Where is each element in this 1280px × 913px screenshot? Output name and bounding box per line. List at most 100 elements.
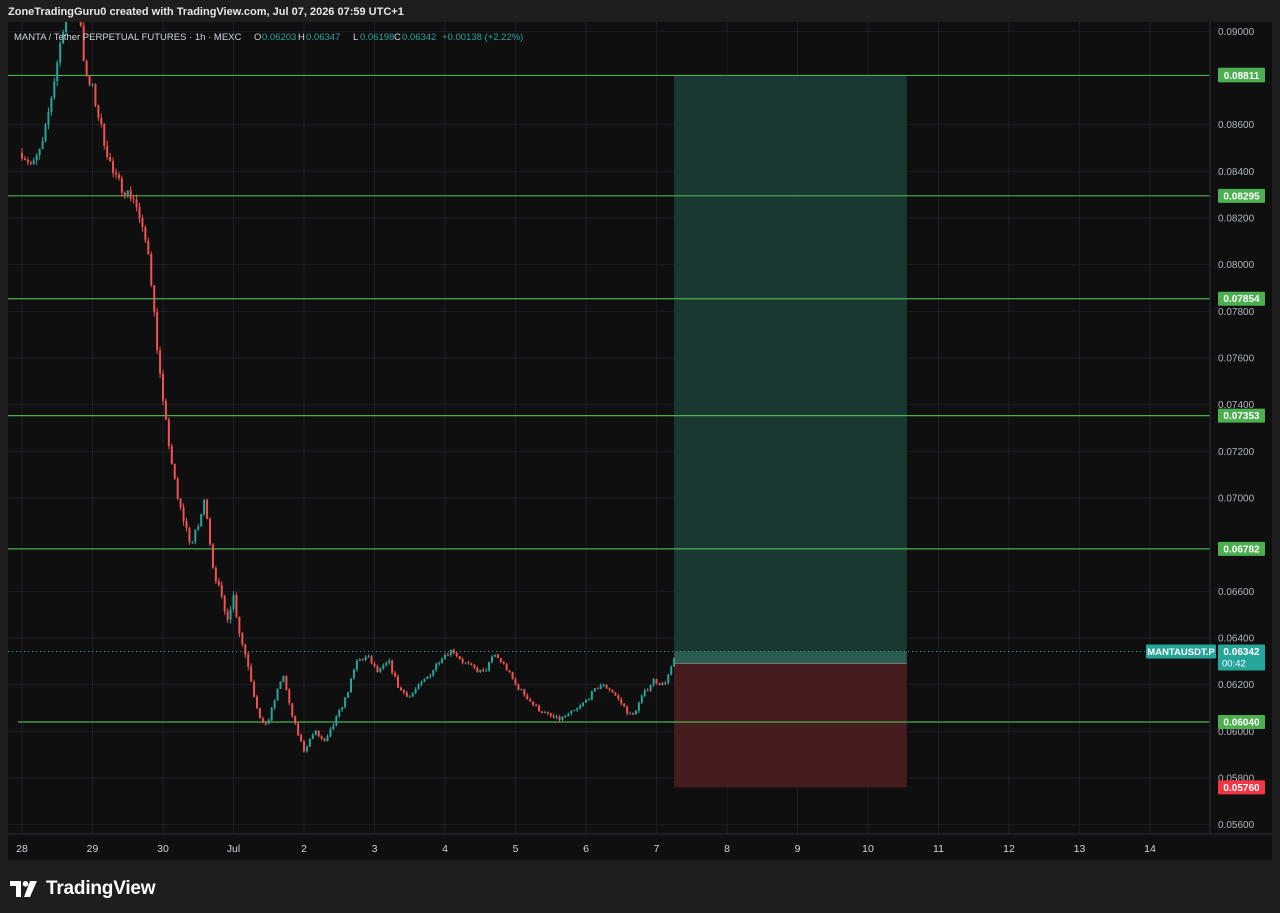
ohlc-low: 0.06198 <box>360 32 394 43</box>
candle-body <box>217 581 220 586</box>
candle-body <box>167 419 170 447</box>
candle-body <box>441 658 444 663</box>
candle-body <box>332 725 335 730</box>
candle-body <box>314 730 317 735</box>
candle-body <box>115 172 117 175</box>
candle-body <box>53 81 56 98</box>
y-tick-label: 0.06600 <box>1218 587 1255 598</box>
y-tick-label: 0.08400 <box>1218 167 1255 178</box>
candle-body <box>94 84 97 106</box>
x-tick-label: 29 <box>87 843 99 855</box>
candle-body <box>197 526 200 530</box>
candle-body <box>29 162 32 164</box>
candle-body <box>203 500 206 515</box>
x-tick-label: 4 <box>442 843 448 855</box>
candle-body <box>394 672 397 677</box>
candle-body <box>385 662 388 666</box>
candle-body <box>411 693 414 697</box>
candle-body <box>170 446 173 465</box>
candle-body <box>576 708 579 710</box>
candle-body <box>91 84 94 86</box>
candle-body <box>241 633 244 645</box>
x-tick-label: 2 <box>301 843 307 855</box>
candle-body <box>358 659 361 661</box>
candle-body <box>250 666 253 682</box>
candle-body <box>153 285 156 312</box>
candle-body <box>543 712 546 714</box>
x-tick-label: 3 <box>372 843 378 855</box>
current-price-tag: 0.06342 <box>1223 647 1260 658</box>
candle-body <box>109 156 112 162</box>
x-tick-label: 14 <box>1144 843 1156 855</box>
x-tick-label: 7 <box>654 843 660 855</box>
candle-body <box>112 161 115 173</box>
candle-body <box>523 689 526 696</box>
chart-area[interactable]: 0.09000 0.08600 0.08400 0.08200 0.08000 0.078… <box>8 0 1272 860</box>
x-tick-label: Jul <box>227 843 240 855</box>
candle-body <box>435 664 438 671</box>
x-tick-label: 13 <box>1074 843 1086 855</box>
candle-body <box>414 689 417 694</box>
horizontal-levels[interactable] <box>8 74 1210 723</box>
y-tick-label: 0.06400 <box>1218 634 1255 645</box>
y-tick-label: 0.06200 <box>1218 680 1255 691</box>
candle-body <box>132 198 135 200</box>
level-price-tag: 0.06782 <box>1223 544 1260 555</box>
candle-body <box>117 174 120 179</box>
ohlc-open: 0.06203 <box>262 32 296 43</box>
candle-body <box>297 723 300 736</box>
candle-body <box>303 741 305 752</box>
candle-body <box>355 660 358 670</box>
candle-body <box>85 60 88 76</box>
symbol-legend[interactable]: MANTA / Tether PERPETUAL FUTURES · 1h · … <box>14 32 523 43</box>
candle-body <box>582 702 585 706</box>
candle-body <box>185 521 188 528</box>
candle-body <box>261 718 264 724</box>
candle-body <box>546 712 549 714</box>
footer: TradingView <box>0 860 1280 913</box>
ohlc-change: +0.00138 (+2.22%) <box>442 32 523 43</box>
candle-body <box>643 690 646 696</box>
candle-body <box>253 681 256 697</box>
candle-body <box>517 684 520 690</box>
candle-body <box>291 703 294 717</box>
candle-body <box>540 711 543 713</box>
candle-body <box>479 669 482 672</box>
candle-body <box>514 678 517 685</box>
candle-body <box>288 689 291 704</box>
candle-body <box>661 682 664 685</box>
candle-body <box>432 670 435 676</box>
candle-body <box>135 199 138 208</box>
candle-body <box>335 716 338 726</box>
candle-body <box>282 675 285 682</box>
candle-body <box>323 738 326 741</box>
candle-body <box>499 658 502 663</box>
y-tick-label: 0.07600 <box>1218 354 1255 365</box>
ohlc-high: 0.06347 <box>306 32 340 43</box>
target-zone[interactable] <box>674 75 907 664</box>
candle-body <box>317 730 320 737</box>
candle-body <box>79 0 82 26</box>
candle-body <box>364 656 367 661</box>
level-price-tag: 0.08811 <box>1224 71 1260 82</box>
price-chart[interactable]: 0.09000 0.08600 0.08400 0.08200 0.08000 0.078… <box>8 0 1272 860</box>
candle-body <box>438 662 441 665</box>
candle-body <box>382 665 385 669</box>
candle-body <box>176 478 179 499</box>
candle-body <box>103 124 106 146</box>
candle-body <box>640 695 643 703</box>
time-axis[interactable]: 28 29 30 Jul 2 3 4 5 6 7 8 9 10 11 12 13 14 <box>16 843 1156 855</box>
price-axis[interactable]: 0.09000 0.08600 0.08400 0.08200 0.08000 0.078… <box>1218 27 1255 831</box>
position-zones[interactable] <box>674 75 907 788</box>
level-price-tag: 0.07353 <box>1223 411 1260 422</box>
candle-body <box>26 159 29 163</box>
stop-loss-zone[interactable] <box>674 663 907 788</box>
candle-body <box>367 656 370 658</box>
candle-body <box>147 240 150 255</box>
candle-body <box>182 507 185 522</box>
candle-body <box>350 678 352 693</box>
candle-body <box>223 596 226 612</box>
candle-body <box>493 654 496 657</box>
tradingview-logo[interactable]: TradingView <box>10 878 156 900</box>
candle-body <box>590 691 593 700</box>
